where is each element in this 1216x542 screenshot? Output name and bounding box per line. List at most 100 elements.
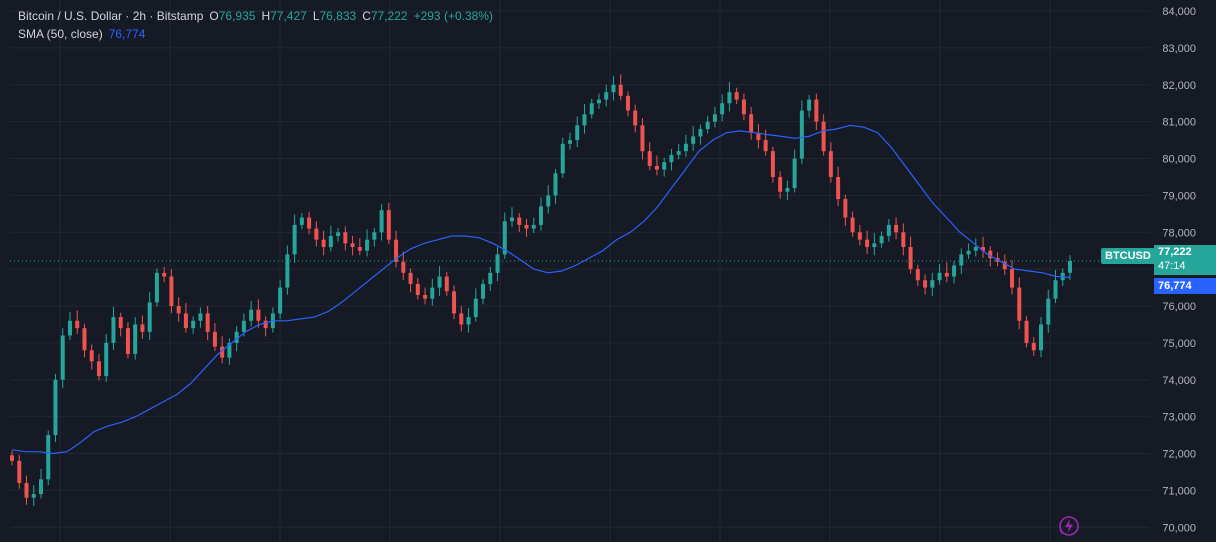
ticker-badge: BTCUSD <box>1101 248 1155 264</box>
candle-body <box>60 335 65 380</box>
candle-body <box>531 224 536 229</box>
candle-body <box>524 224 529 229</box>
candle-body <box>249 309 254 321</box>
candle-body <box>336 232 341 236</box>
candle-body <box>1031 342 1036 351</box>
grid <box>10 0 1150 542</box>
candle-body <box>415 283 420 295</box>
candle-body <box>539 206 543 225</box>
candle-body <box>198 313 203 321</box>
candle-body <box>452 291 457 314</box>
candle-body <box>807 99 812 111</box>
y-tick-label: 72,000 <box>1162 449 1196 461</box>
candle-body <box>567 140 572 144</box>
candle-body <box>104 342 109 377</box>
price-chart[interactable]: 84,000 83,000 82,000 81,000 80,000 79,000 78,0… <box>0 0 1216 542</box>
low-value: 76,833 <box>319 9 357 23</box>
candle-body <box>836 176 841 200</box>
high-value: 77,427 <box>270 9 307 23</box>
candle-body <box>140 324 145 332</box>
candle-body <box>857 232 862 240</box>
candle-body <box>785 188 790 192</box>
candle-body <box>307 217 312 229</box>
candle-body <box>372 232 377 240</box>
candle-body <box>473 298 478 318</box>
high-label: H <box>261 9 271 23</box>
candle-body <box>1046 298 1051 325</box>
candle-body <box>1010 269 1015 288</box>
open-value: 76,935 <box>218 9 256 23</box>
candle-body <box>712 114 717 122</box>
candle-body <box>162 272 167 277</box>
candle-body <box>937 272 942 281</box>
candle-body <box>814 99 819 122</box>
candle-body <box>763 140 768 152</box>
candle-body <box>560 143 565 174</box>
candle-body <box>437 276 442 288</box>
candle-body <box>952 265 957 277</box>
candle-body <box>292 224 297 255</box>
candle-body <box>111 317 116 343</box>
close-value: 77,222 <box>370 9 408 23</box>
candle-body <box>314 228 319 240</box>
candle-body <box>24 483 29 498</box>
candle-body <box>350 243 355 248</box>
candle-body <box>734 92 739 100</box>
candle-body <box>154 272 159 303</box>
candle-body <box>923 280 928 288</box>
candle-body <box>575 125 580 141</box>
candle-body <box>872 243 877 248</box>
candle-body <box>147 302 152 332</box>
candle-body <box>75 320 80 329</box>
candle-body <box>125 328 130 354</box>
candle-body <box>778 176 783 192</box>
candle-body <box>901 232 906 248</box>
candle-body <box>662 162 667 170</box>
candle-body <box>169 276 174 307</box>
candle-body <box>82 328 87 351</box>
candle-body <box>604 92 609 100</box>
candle-body <box>683 143 688 152</box>
candle-body <box>357 247 362 251</box>
candle-body <box>96 361 101 377</box>
candle-body <box>698 129 703 137</box>
candle-body <box>17 460 22 484</box>
candle-body <box>183 313 188 329</box>
candle-body <box>481 283 486 299</box>
candle-body <box>821 121 826 152</box>
candle-body <box>459 313 464 325</box>
candle-body <box>886 224 891 236</box>
candle-body <box>669 154 674 163</box>
lightning-bolt-icon[interactable] <box>1058 515 1080 537</box>
candle-body <box>191 320 196 329</box>
candle-body <box>611 84 616 93</box>
y-tick-label: 83,000 <box>1162 43 1196 55</box>
y-tick-label: 73,000 <box>1162 412 1196 424</box>
candle-body <box>749 114 754 133</box>
candle-body <box>488 272 493 284</box>
candle-body <box>1017 287 1022 321</box>
candle-body <box>423 294 428 299</box>
candle-body <box>89 350 94 362</box>
candle-body <box>212 331 217 347</box>
sma-row[interactable]: SMA (50, close) 76,774 <box>18 25 493 43</box>
candle-body <box>741 99 746 115</box>
y-tick-label: 80,000 <box>1162 154 1196 166</box>
candle-body <box>908 247 913 270</box>
candle-body <box>38 479 43 495</box>
candle-body <box>879 235 884 244</box>
candle-body <box>770 151 775 177</box>
candle-body <box>67 320 72 336</box>
countdown-value: 47:14 <box>1158 260 1186 272</box>
candle-body <box>365 239 370 251</box>
y-tick-label: 79,000 <box>1162 190 1196 202</box>
candle-body <box>53 379 58 436</box>
candle-body <box>444 276 449 292</box>
y-tick-label: 76,000 <box>1162 301 1196 313</box>
candle-body <box>321 239 326 248</box>
candle-body <box>10 455 14 461</box>
candle-body <box>553 173 558 196</box>
candlestick-series <box>10 74 1072 507</box>
candle-body <box>401 261 406 273</box>
candle-body <box>865 239 870 248</box>
